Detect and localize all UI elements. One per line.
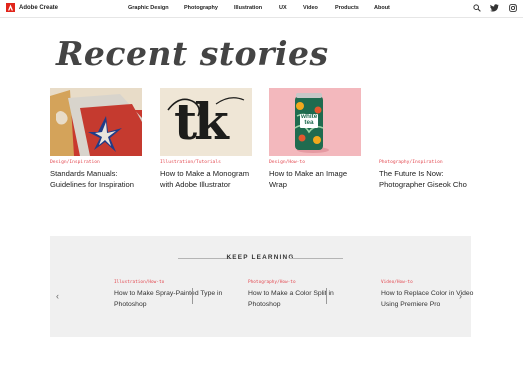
- main-nav: Graphic Design Photography Illustration …: [0, 5, 523, 15]
- story-title[interactable]: The Future Is Now: Photographer Giseok C…: [379, 169, 471, 190]
- top-navigation-bar: Adobe Create Graphic Design Photography …: [0, 0, 523, 18]
- story-title[interactable]: How to Make an Image Wrap: [269, 169, 361, 190]
- can-text-line2: tea: [304, 119, 314, 126]
- story-tag[interactable]: Design/Inspiration: [50, 160, 142, 165]
- heading-rule-right: [289, 258, 343, 259]
- story-image-placeholder: [379, 88, 471, 156]
- learn-separator: [192, 288, 193, 304]
- keep-learning-heading: KEEP LEARNING: [226, 254, 295, 261]
- learn-item[interactable]: Photography/How-to How to Make a Color S…: [248, 280, 358, 310]
- nav-ux[interactable]: UX: [279, 5, 287, 11]
- nav-products[interactable]: Products: [335, 5, 359, 11]
- story-card-standards-manuals[interactable]: Design/Inspiration Standards Manuals: Gu…: [50, 88, 142, 190]
- monogram-text: tk: [174, 92, 229, 151]
- search-icon[interactable]: [472, 3, 481, 12]
- keep-learning-panel: KEEP LEARNING ‹ › Illustration/How-to Ho…: [50, 236, 473, 337]
- header-tools: [472, 3, 517, 12]
- story-title[interactable]: Standards Manuals: Guidelines for Inspir…: [50, 169, 142, 190]
- story-image-image-wrap[interactable]: white tea: [269, 88, 361, 156]
- story-card-image-wrap[interactable]: white tea Design/How-to How to Make an I…: [269, 88, 361, 190]
- story-image-standards-manuals[interactable]: [50, 88, 142, 156]
- carousel-prev-arrow-icon[interactable]: ‹: [56, 291, 59, 301]
- instagram-icon[interactable]: [508, 3, 517, 12]
- learn-item[interactable]: Video/How-to How to Replace Color in Vid…: [381, 280, 491, 310]
- page-title: Recent stories: [56, 34, 329, 73]
- learn-item-tag[interactable]: Photography/How-to: [248, 280, 358, 285]
- nav-illustration[interactable]: Illustration: [234, 5, 262, 11]
- story-card-giseok-cho[interactable]: Photography/Inspiration The Future Is No…: [379, 88, 471, 190]
- nav-about[interactable]: About: [374, 5, 390, 11]
- story-tag[interactable]: Illustration/Tutorials: [160, 160, 252, 165]
- nav-photography[interactable]: Photography: [184, 5, 218, 11]
- story-title[interactable]: How to Make a Monogram with Adobe Illust…: [160, 169, 252, 190]
- learn-separator: [326, 288, 327, 304]
- nav-graphic-design[interactable]: Graphic Design: [128, 5, 169, 11]
- learn-item-title[interactable]: How to Replace Color in Video Using Prem…: [381, 288, 491, 310]
- learn-item-tag[interactable]: Video/How-to: [381, 280, 491, 285]
- twitter-icon[interactable]: [490, 3, 499, 12]
- learn-item-title[interactable]: How to Make a Color Split in Photoshop: [248, 288, 358, 310]
- story-card-monogram[interactable]: tk Illustration/Tutorials How to Make a …: [160, 88, 252, 190]
- learn-item-title[interactable]: How to Make Spray-Painted Type in Photos…: [114, 288, 224, 310]
- learn-item-tag[interactable]: Illustration/How-to: [114, 280, 224, 285]
- story-image-monogram[interactable]: tk: [160, 88, 252, 156]
- story-tag[interactable]: Design/How-to: [269, 160, 361, 165]
- learn-item[interactable]: Illustration/How-to How to Make Spray-Pa…: [114, 280, 224, 310]
- story-tag[interactable]: Photography/Inspiration: [379, 160, 471, 165]
- nav-video[interactable]: Video: [303, 5, 318, 11]
